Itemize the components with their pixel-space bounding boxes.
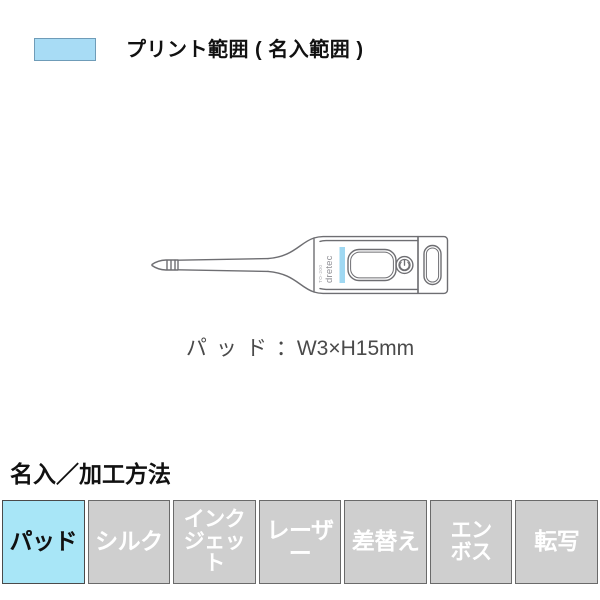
method-tile-label: レーザー xyxy=(266,516,335,566)
end-cap xyxy=(417,235,449,295)
dimension-separator: ： xyxy=(275,337,297,360)
method-tile-pad[interactable]: パッド xyxy=(2,500,85,584)
method-tile-transfer[interactable]: 転写 xyxy=(515,500,599,584)
method-tile-emboss[interactable]: エン ボス xyxy=(429,500,513,584)
method-tile-inkjet[interactable]: インク ジェット xyxy=(173,500,256,584)
brand-sub-text: TO-200 xyxy=(318,265,323,284)
probe-tip xyxy=(151,259,179,271)
dimension-value: W3×H15mm xyxy=(296,337,415,360)
brand-logo: dretec xyxy=(324,255,335,283)
method-tile-replacement[interactable]: 差替え xyxy=(344,500,427,584)
method-tile-label: パッド xyxy=(9,528,78,555)
method-tile-laser[interactable]: レーザー xyxy=(258,500,342,584)
method-tile-label: 転写 xyxy=(534,528,580,555)
probe-shaft xyxy=(177,257,269,273)
method-tile-label: インク ジェット xyxy=(183,507,246,576)
method-tile-label: エン ボス xyxy=(450,518,493,564)
lcd-display xyxy=(347,248,397,282)
method-tile-label: シルク xyxy=(95,528,163,555)
method-tile-silk[interactable]: シルク xyxy=(87,500,171,584)
svg-text:dretec: dretec xyxy=(324,255,335,283)
print-dimension-caption: パッド：W3×H15mm xyxy=(0,332,600,362)
power-button xyxy=(395,255,414,275)
imprint-method-heading: 名入／加工方法 xyxy=(10,461,171,487)
print-area-legend-label: プリント範囲 ( 名入範囲 ) xyxy=(126,38,364,61)
dimension-method-label: パッド xyxy=(185,337,276,360)
print-area-marker xyxy=(339,247,345,283)
print-area-legend: プリント範囲 ( 名入範囲 ) xyxy=(34,38,364,61)
thermometer-neck xyxy=(267,237,315,293)
imprint-method-tiles: パッド シルク インク ジェット レーザー 差替え エン ボス 転写 xyxy=(2,500,599,584)
print-area-swatch xyxy=(34,38,96,61)
thermometer-svg: dretec TO-200 xyxy=(151,235,449,295)
svg-text:TO-200: TO-200 xyxy=(318,265,323,284)
digital-thermometer-illustration: dretec TO-200 xyxy=(0,205,600,335)
method-tile-label: 差替え xyxy=(351,528,420,555)
